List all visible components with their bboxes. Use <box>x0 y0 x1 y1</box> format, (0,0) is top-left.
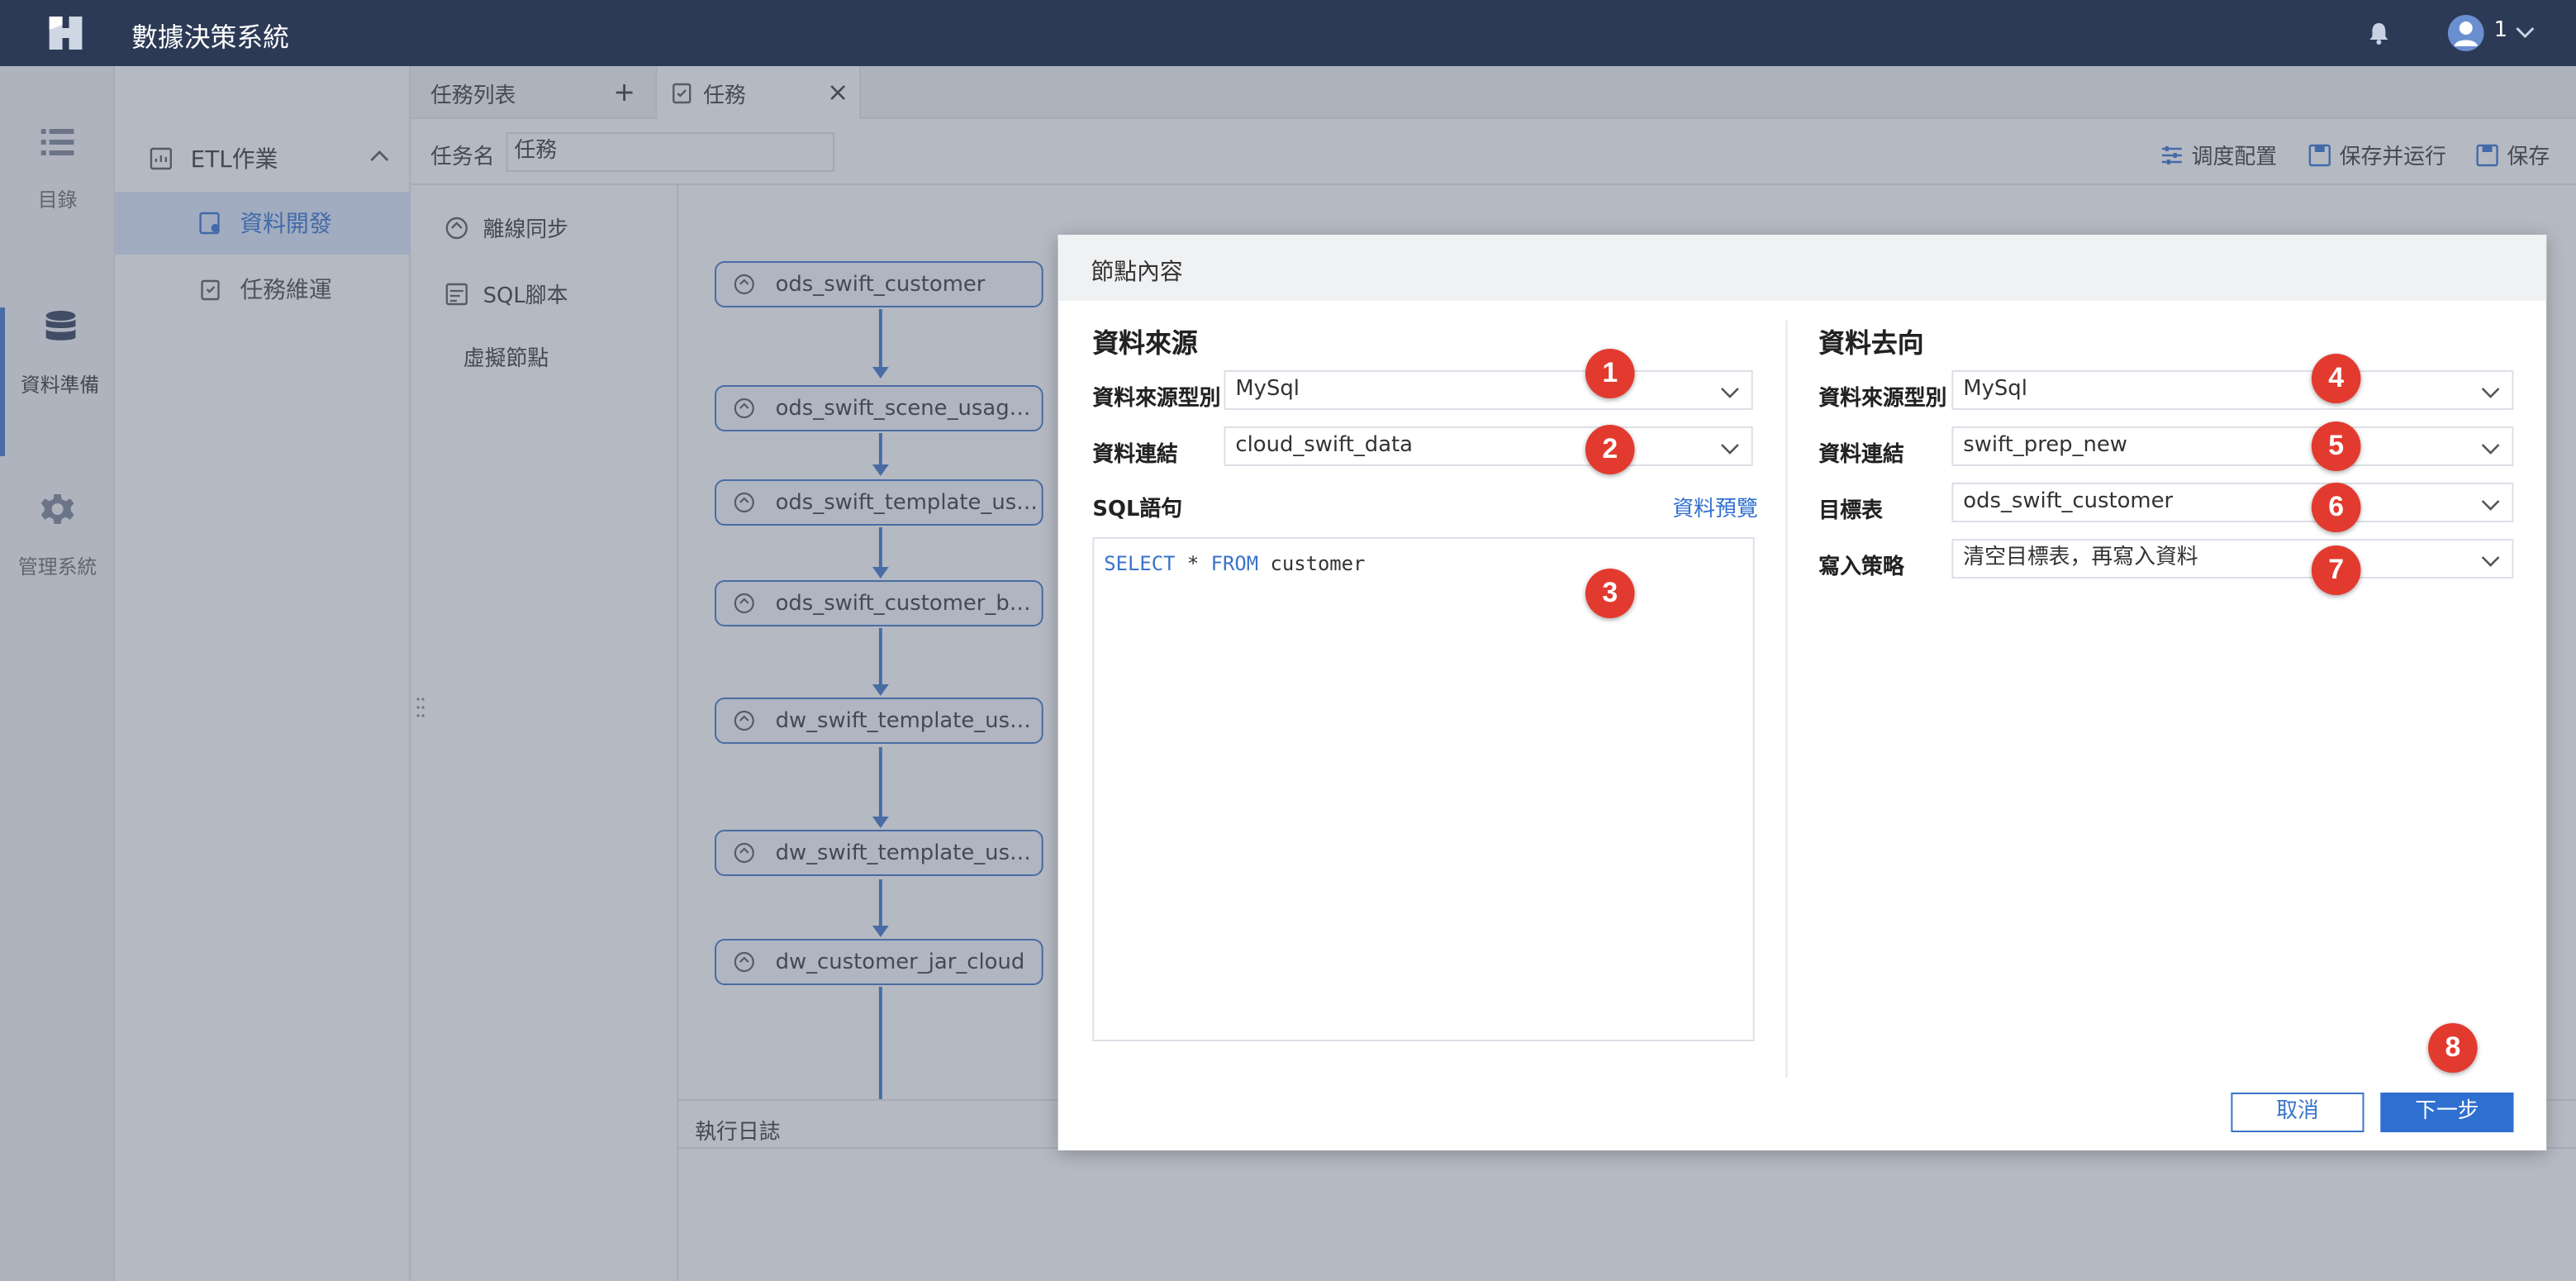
target-type-select[interactable]: MySql <box>1951 370 2514 410</box>
bell-icon[interactable] <box>2365 20 2392 46</box>
user-icon <box>2454 21 2478 46</box>
sql-token: customer <box>1258 552 1366 575</box>
source-section-title: 資料來源 <box>1092 327 1198 359</box>
target-table-value: ods_swift_customer <box>1963 489 2174 514</box>
source-conn-value: cloud_swift_data <box>1235 433 1414 458</box>
step-badge: 4 <box>2311 354 2361 403</box>
source-type-value: MySql <box>1235 377 1300 402</box>
dialog-header: 節點內容 <box>1057 235 2547 301</box>
sql-token: * <box>1175 552 1211 575</box>
chevron-down-icon <box>1721 388 1739 398</box>
chevron-down-icon[interactable] <box>2513 20 2536 43</box>
sql-keyword: SELECT <box>1104 552 1176 575</box>
chevron-down-icon <box>2481 556 2500 567</box>
user-avatar[interactable] <box>2447 15 2484 51</box>
source-type-label: 資料來源型別 <box>1092 387 1221 412</box>
target-table-label: 目標表 <box>1818 499 1883 524</box>
target-type-label: 資料來源型別 <box>1818 387 1947 412</box>
source-type-select[interactable]: MySql <box>1224 370 1753 410</box>
app-title: 數據決策系統 <box>131 21 290 53</box>
data-preview-link[interactable]: 資料預覽 <box>1672 491 1757 522</box>
sql-label: SQL語句 <box>1092 498 1183 522</box>
step-badge: 3 <box>1585 569 1635 618</box>
step-badge: 2 <box>1585 425 1635 474</box>
write-strategy-select[interactable]: 清空目標表，再寫入資料 <box>1951 539 2514 579</box>
target-type-value: MySql <box>1963 377 2027 402</box>
step-badge: 8 <box>2428 1023 2478 1073</box>
write-strategy-label: 寫入策略 <box>1818 555 1904 580</box>
chevron-down-icon <box>2481 500 2500 511</box>
step-badge: 6 <box>2311 483 2361 532</box>
step-badge: 5 <box>2311 421 2361 471</box>
chevron-down-icon <box>1721 444 1739 455</box>
target-table-select[interactable]: ods_swift_customer <box>1951 483 2514 522</box>
next-step-button[interactable]: 下一步 <box>2380 1093 2514 1132</box>
chevron-down-icon <box>2481 388 2500 398</box>
sql-editor[interactable]: SELECT * FROM customer <box>1092 537 1755 1041</box>
source-conn-label: 資料連結 <box>1092 443 1178 468</box>
user-name[interactable]: 1 <box>2494 18 2507 43</box>
section-divider <box>1785 321 1788 1078</box>
dialog-title: 節點內容 <box>1091 260 1183 286</box>
chevron-down-icon <box>2481 444 2500 455</box>
logo-icon <box>49 17 83 50</box>
top-bar: 數據決策系統 1 <box>0 0 2576 66</box>
target-conn-select[interactable]: swift_prep_new <box>1951 426 2514 466</box>
cancel-button[interactable]: 取消 <box>2231 1093 2365 1132</box>
sql-keyword: FROM <box>1210 552 1259 575</box>
source-conn-select[interactable]: cloud_swift_data <box>1224 426 1753 466</box>
target-section-title: 資料去向 <box>1818 327 1924 359</box>
app-root: 數據決策系統 1 目錄 資料準備 管理系統 ETL作業 資料開發 任務維運 任務… <box>0 0 2576 1281</box>
step-badge: 1 <box>1585 349 1635 398</box>
step-badge: 7 <box>2311 545 2361 595</box>
write-strategy-value: 清空目標表，再寫入資料 <box>1963 545 2198 570</box>
target-conn-value: swift_prep_new <box>1963 433 2127 458</box>
target-conn-label: 資料連結 <box>1818 443 1904 468</box>
